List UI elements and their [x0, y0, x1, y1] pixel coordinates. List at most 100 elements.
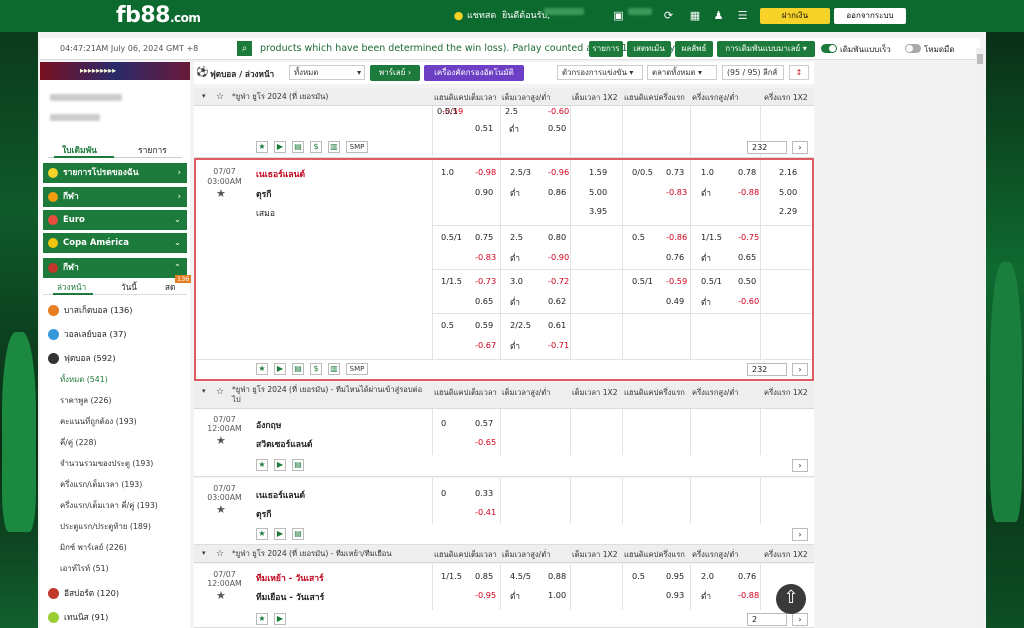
odds-cell[interactable]: -0.86 — [666, 232, 687, 242]
sidebar-link[interactable]: เอาท์ไรท์ (51) — [60, 563, 109, 575]
expand-arrow[interactable]: › — [792, 363, 808, 376]
odds-cell[interactable]: -0.88 — [738, 590, 759, 600]
dollar-icon[interactable]: $ — [310, 141, 322, 153]
market-select[interactable]: ทั้งหมด ▾ — [289, 65, 365, 80]
odds-cell[interactable]: 0.51 — [475, 123, 493, 133]
favorite-icon[interactable]: ★ — [256, 141, 268, 153]
odds-cell[interactable]: 0.61 — [548, 320, 566, 330]
parlay-button[interactable]: พาร์เลย์ › — [370, 65, 420, 81]
dark-mode-toggle[interactable] — [905, 44, 921, 53]
promo-banner[interactable]: ▸▸▸▸▸▸▸▸▸ — [40, 62, 190, 80]
sidebar-favorites[interactable]: รายการโปรดของฉัน › — [43, 163, 187, 183]
favorite-icon[interactable]: ★ — [256, 363, 268, 375]
odds-cell[interactable]: 0.80 — [548, 232, 566, 242]
sort-icon[interactable]: ↕ — [789, 65, 809, 80]
odds-cell[interactable]: -0.65 — [475, 437, 496, 447]
sidebar-euro[interactable]: Euro ⌄ — [43, 210, 187, 230]
odds-cell[interactable]: 2.29 — [779, 206, 797, 216]
odds-cell[interactable]: -0.41 — [475, 507, 496, 517]
expand-arrow[interactable]: › — [792, 528, 808, 541]
sport-volleyball[interactable]: วอลเลย์บอล (37) — [48, 327, 127, 343]
odds-cell[interactable]: 0.93 — [666, 590, 684, 600]
sidebar-sports-expanded[interactable]: กีฬา ⌃ — [43, 258, 187, 278]
sidebar-sports[interactable]: กีฬา › — [43, 187, 187, 207]
wallet-icon[interactable]: ▣ — [612, 9, 625, 22]
star-icon[interactable]: ☆ — [216, 549, 224, 559]
chart-icon[interactable]: ▥ — [328, 141, 340, 153]
expand-arrow[interactable]: › — [792, 459, 808, 472]
chat-icon[interactable]: ● — [452, 9, 465, 22]
collapse-icon[interactable]: ▾ — [202, 549, 206, 557]
dollar-icon[interactable]: $ — [310, 363, 322, 375]
odds-cell[interactable]: -0.98 — [475, 167, 496, 177]
odds-cell[interactable]: 0.65 — [475, 296, 493, 306]
play-icon[interactable]: ▶ — [274, 613, 286, 625]
more-markets-select[interactable]: 232 — [747, 363, 787, 376]
stats-icon[interactable]: ▤ — [292, 141, 304, 153]
odds-cell[interactable]: 0.50 — [738, 276, 756, 286]
subtab-live[interactable]: สด — [165, 281, 175, 294]
favorite-icon[interactable]: ★ — [256, 613, 268, 625]
odds-cell[interactable]: -0.88 — [738, 187, 759, 197]
odds-cell[interactable]: 0.62 — [548, 296, 566, 306]
odds-cell[interactable]: -0.83 — [475, 252, 496, 262]
quick-bet-toggle[interactable] — [821, 44, 837, 53]
more-markets-select[interactable]: 232 — [747, 141, 787, 154]
league-name[interactable]: *ยูฟ่า ยูโร 2024 (ที่ เยอรมัน) - ทีมไหนไ… — [232, 385, 428, 405]
account-icon[interactable]: ♟ — [712, 9, 725, 22]
all-markets-select[interactable]: ตลาดทั้งหมด ▾ — [647, 65, 717, 80]
auto-filter-button[interactable]: เครื่องคัดกรองอัตโนมัติ — [424, 65, 524, 81]
odds-cell[interactable]: -0.73 — [475, 276, 496, 286]
statement-button[interactable]: เสตทเม้น — [627, 41, 671, 57]
odds-cell[interactable]: 0.75 — [475, 232, 493, 242]
league-count[interactable]: (95 / 95) ลีกส์ — [722, 65, 784, 80]
favorite-star-icon[interactable]: ★ — [216, 434, 226, 447]
league-header[interactable]: ▾ ☆ *ยูฟ่า ยูโร 2024 (ที่ เยอรมัน) - ทีมไห… — [194, 383, 814, 409]
collapse-icon[interactable]: ▾ — [202, 387, 206, 395]
stats-icon[interactable]: ▤ — [292, 528, 304, 540]
sidebar-link[interactable]: ประตูแรก/ประตูท้าย (189) — [60, 521, 151, 533]
odds-cell[interactable]: -0.95 — [475, 590, 496, 600]
odds-cell[interactable]: -0.75 — [738, 232, 759, 242]
fb88-logo[interactable]: fb88.com — [116, 3, 201, 28]
odds-cell[interactable]: -0.67 — [475, 340, 496, 350]
smp-button[interactable]: SMP — [346, 141, 368, 153]
more-markets-select[interactable]: 2 — [747, 613, 787, 626]
odds-cell[interactable]: 3.95 — [589, 206, 607, 216]
star-icon[interactable]: ☆ — [216, 387, 224, 397]
menu-list-icon[interactable]: ☰ — [736, 9, 749, 22]
stats-icon[interactable]: ▤ — [292, 459, 304, 471]
favorite-icon[interactable]: ★ — [256, 528, 268, 540]
sport-basketball[interactable]: บาสเก็ตบอล (136) — [48, 303, 133, 319]
favorite-star-icon[interactable]: ★ — [216, 589, 226, 602]
odds-cell[interactable]: 0.65 — [738, 252, 756, 262]
refresh-icon[interactable]: ⟳ — [662, 9, 675, 22]
odds-cell[interactable]: 1.00 — [548, 590, 566, 600]
stats-icon[interactable]: ▤ — [292, 363, 304, 375]
star-icon[interactable]: ☆ — [216, 92, 224, 102]
expand-arrow[interactable]: › — [792, 613, 808, 626]
favorite-star-icon[interactable]: ★ — [216, 187, 226, 200]
sidebar-link[interactable]: คะแนนที่ถูกต้อง (193) — [60, 416, 137, 428]
odds-cell[interactable]: 0.78 — [738, 167, 756, 177]
tab-bet-slip[interactable]: ใบเดิมพัน — [62, 143, 97, 157]
odds-cell[interactable]: 0.85 — [475, 571, 493, 581]
odds-type-select[interactable]: การเดิมพันแบบมาเลย์ ▾ — [717, 41, 815, 57]
live-chat-link[interactable]: แชทสด — [467, 8, 496, 22]
play-icon[interactable]: ▶ — [274, 459, 286, 471]
odds-cell[interactable]: 0.33 — [475, 488, 493, 498]
favorite-star-icon[interactable]: ★ — [216, 503, 226, 516]
sidebar-link[interactable]: มิกซ์ พาร์เลย์ (226) — [60, 542, 127, 554]
odds-cell[interactable]: 0.88 — [548, 571, 566, 581]
odds-cell[interactable]: 1.59 — [589, 167, 607, 177]
logout-button[interactable]: ออกจากระบบ — [834, 8, 906, 24]
smp-button[interactable]: SMP — [346, 363, 368, 375]
odds-cell[interactable]: 0.76 — [666, 252, 684, 262]
odds-cell[interactable]: -0.90 — [548, 252, 569, 262]
odds-cell[interactable]: 0.59 — [475, 320, 493, 330]
odds-cell[interactable]: 5.00 — [779, 187, 797, 197]
chart-icon[interactable]: ▥ — [328, 363, 340, 375]
odds-cell[interactable]: 2.16 — [779, 167, 797, 177]
tab-bet-list[interactable]: รายการ — [138, 143, 167, 157]
subtab-today[interactable]: วันนี้ — [121, 281, 137, 294]
